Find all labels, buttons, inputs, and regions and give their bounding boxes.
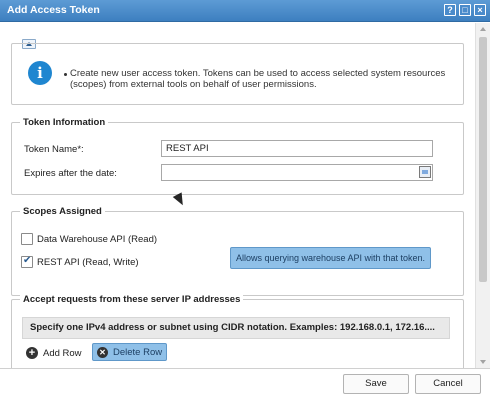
dialog-content: i Create new user access token. Tokens c… [0, 23, 490, 368]
info-icon: i [28, 61, 52, 85]
help-icon[interactable]: ? [444, 4, 456, 16]
scope-checkbox-data-warehouse[interactable] [21, 233, 33, 245]
calendar-icon[interactable] [419, 166, 431, 178]
expires-label: Expires after the date: [24, 168, 117, 179]
scope-tooltip: Allows querying warehouse API with that … [230, 247, 431, 269]
scope-checkbox-rest-api[interactable] [21, 255, 33, 268]
scroll-down-icon[interactable] [480, 360, 486, 364]
save-button[interactable]: Save [343, 374, 409, 394]
delete-row-button[interactable]: ✕ Delete Row [92, 343, 167, 361]
bullet-icon [64, 73, 67, 76]
token-information-legend: Token Information [20, 117, 109, 128]
delete-icon: ✕ [97, 347, 108, 358]
add-row-label: Add Row [43, 348, 82, 359]
dialog-footer: Save Cancel [0, 368, 490, 402]
ip-addresses-legend: Accept requests from these server IP add… [20, 294, 244, 305]
token-name-input[interactable]: REST API [161, 140, 433, 157]
token-information-group: Token Information Token Name*: REST API … [11, 117, 464, 195]
scope-label-data-warehouse: Data Warehouse API (Read) [37, 234, 158, 245]
scroll-up-icon[interactable] [480, 27, 486, 31]
cancel-button[interactable]: Cancel [415, 374, 481, 394]
scrollbar-thumb[interactable] [479, 37, 487, 282]
close-icon[interactable]: × [474, 4, 486, 16]
scopes-legend: Scopes Assigned [20, 206, 105, 217]
restore-icon[interactable]: □ [459, 4, 471, 16]
ip-addresses-group: Accept requests from these server IP add… [11, 294, 464, 368]
info-text: Create new user access token. Tokens can… [70, 68, 446, 90]
scope-label-rest-api: REST API (Read, Write) [37, 257, 139, 268]
delete-row-label: Delete Row [113, 347, 163, 358]
token-name-label: Token Name*: [24, 144, 84, 155]
scopes-group: Scopes Assigned Data Warehouse API (Read… [11, 206, 464, 296]
info-panel: i Create new user access token. Tokens c… [11, 43, 464, 105]
plus-icon: + [26, 347, 38, 359]
ip-table-header: Specify one IPv4 address or subnet using… [22, 317, 450, 339]
dialog-titlebar: Add Access Token ? □ × [0, 0, 490, 22]
vertical-scrollbar[interactable] [475, 23, 490, 368]
dialog-title: Add Access Token [7, 4, 100, 16]
expires-date-input[interactable] [161, 164, 433, 181]
